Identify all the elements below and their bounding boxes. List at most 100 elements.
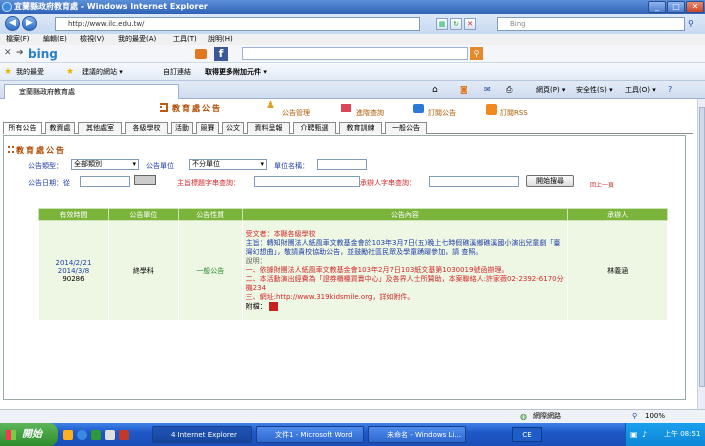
tab-events[interactable]: 活動 (171, 122, 193, 134)
tab-all[interactable]: 所有公告 (3, 122, 42, 134)
tab-general[interactable]: 一般公告 (385, 122, 427, 134)
bing-search-icon[interactable]: ⚲ (470, 47, 483, 60)
quicklaunch-desktop-icon[interactable] (91, 430, 101, 440)
mail-icon[interactable] (195, 49, 207, 59)
title-search-label: 主旨標題字串查詢： (177, 179, 240, 187)
task-ie[interactable]: 4 Internet Explorer (152, 426, 252, 443)
tab-reports[interactable]: 資料呈報 (247, 122, 290, 134)
task-live[interactable]: 未命名 - Windows Li... (368, 426, 466, 443)
compat-view-icon[interactable]: ▦ (436, 18, 448, 30)
vertical-scrollbar[interactable] (697, 99, 705, 409)
zoom-level[interactable]: 100% (645, 410, 665, 423)
tab-contests[interactable]: 競賽 (196, 122, 219, 134)
search-input[interactable]: Bing (497, 17, 685, 31)
home-icon[interactable]: ⌂ (432, 84, 438, 96)
address-toolbar: ◀ ▶ http://www.ilc.edu.tw/ ▦ ↻ ✕ Bing ⚲ (0, 14, 705, 34)
close-button[interactable]: ✕ (686, 1, 704, 13)
menu-view[interactable]: 檢視(V) (80, 34, 104, 45)
manage-link[interactable]: 公告管理 (282, 108, 310, 118)
favorites-button[interactable]: 我的最愛 (16, 63, 44, 81)
back-button[interactable]: ◀ (5, 16, 20, 31)
tab-documents[interactable]: 公文 (222, 122, 244, 134)
tab-education[interactable]: 教資處 (45, 122, 75, 134)
rss-link[interactable]: 訂閱RSS (500, 108, 528, 118)
date-to: 2014/3/8 (57, 266, 90, 275)
facebook-icon[interactable]: f (214, 47, 228, 61)
search-button[interactable]: 開始搜尋 (526, 175, 574, 187)
maximize-button[interactable]: □ (667, 1, 685, 13)
volume-icon[interactable]: ♪ (642, 423, 647, 446)
mail-read-icon[interactable]: ✉ (484, 84, 491, 96)
unit-select[interactable]: 不分單位 (189, 159, 267, 170)
menu-edit[interactable]: 編輯(E) (43, 34, 67, 45)
tab-other[interactable]: 其他處室 (78, 122, 122, 134)
url-text: http://www.ilc.edu.tw/ (68, 20, 145, 28)
cell-contact: 林義涵 (567, 220, 668, 321)
date-from-input[interactable] (80, 176, 130, 187)
refresh-icon[interactable]: ↻ (450, 18, 462, 30)
cell-content[interactable]: 受文者：本縣各級學校 主旨：轉知財團法人紙風車文教基金會於103年3月7日(五)… (241, 220, 569, 321)
cell-type: 一般公告 (177, 220, 243, 321)
print-icon[interactable]: ⎙ (506, 84, 512, 96)
clock[interactable]: 上午 08:51 (664, 423, 700, 446)
content-line-3: 三、網址:http://www.319kidsmile.org，詳如附件。 (245, 292, 415, 301)
person-icon: ♟ (266, 100, 275, 111)
page-menu[interactable]: 網頁(P) ▾ (536, 84, 565, 96)
arrow-icon[interactable]: ➔ (16, 48, 24, 58)
forward-button[interactable]: ▶ (22, 16, 37, 31)
unit-name-input[interactable] (317, 159, 367, 170)
address-bar[interactable]: http://www.ilc.edu.tw/ (55, 17, 420, 31)
type-select[interactable]: 全部類別 (71, 159, 139, 170)
contact-search-input[interactable] (429, 176, 519, 187)
tab-schools[interactable]: 各級學校 (125, 122, 168, 134)
add-favorite-icon[interactable]: ★ (66, 63, 74, 81)
subject-text[interactable]: 主旨：轉知財團法人紙風車文教基金會於103年3月7日(五)晚上七時假礁溪鄉礁溪國… (246, 239, 565, 257)
header-title: 教育處公告 (172, 104, 222, 113)
pdf-icon[interactable] (268, 301, 278, 311)
window-title: 宜蘭縣政府教育處 - Windows Internet Explorer (14, 2, 208, 11)
prev-page-link[interactable]: 回上一頁 (590, 180, 614, 189)
ime-indicator[interactable]: CE (512, 427, 542, 442)
custom-links-link[interactable]: 自訂連結 (163, 63, 191, 81)
bing-logo[interactable]: bing (28, 47, 58, 61)
minimize-button[interactable]: _ (648, 1, 666, 13)
get-addons-link[interactable]: 取得更多附加元件 ▾ (205, 63, 267, 81)
menu-tools[interactable]: 工具(T) (173, 34, 197, 45)
menu-help[interactable]: 說明(H) (208, 34, 233, 45)
unit-label: 公告單位 (146, 162, 174, 170)
subscribe-link[interactable]: 訂閱公告 (428, 108, 456, 118)
bing-search-input[interactable] (242, 47, 468, 60)
stop-icon[interactable]: ✕ (464, 18, 476, 30)
task-word[interactable]: 文件1 - Microsoft Word (256, 426, 364, 443)
recipient-text: 受文者：本縣各級學校 (245, 229, 316, 238)
status-bar: ◍ 網際網路 ⚲ 100% (0, 409, 705, 423)
tools-menu[interactable]: 工具(O) ▾ (625, 84, 656, 96)
col-valid-time: 有效時間 (38, 208, 109, 221)
quicklaunch-icon[interactable] (63, 430, 73, 440)
suggested-sites-link[interactable]: 建議的網站 ▾ (82, 63, 123, 81)
menu-favorites[interactable]: 我的最愛(A) (118, 34, 156, 45)
start-label: 開始 (22, 429, 42, 440)
tab-training[interactable]: 教育訓練 (339, 122, 382, 134)
quicklaunch-media-icon[interactable] (105, 430, 115, 440)
quicklaunch-ie-icon[interactable] (77, 430, 87, 440)
bing-toolbar: ✕ ➔ bing f ⚲ (0, 45, 705, 63)
help-icon[interactable]: ? (668, 84, 672, 96)
type-label: 公告類型： (28, 162, 63, 170)
quicklaunch-extra-icon[interactable] (119, 430, 129, 440)
rss-feed-icon (486, 104, 497, 115)
calendar-icon[interactable] (134, 175, 156, 185)
search-icon[interactable]: ⚲ (688, 19, 694, 28)
title-search-input[interactable] (254, 176, 360, 187)
network-icon[interactable]: ▣ (630, 423, 638, 446)
tab-recruitment[interactable]: 介聘甄選 (293, 122, 336, 134)
close-toolbar-icon[interactable]: ✕ (4, 48, 12, 58)
safety-menu[interactable]: 安全性(S) ▾ (576, 84, 613, 96)
advanced-search-link[interactable]: 進階查詢 (356, 108, 384, 118)
contact-search-label: 承辦人字串查詢： (360, 179, 416, 187)
menu-file[interactable]: 檔案(F) (6, 34, 30, 45)
unit-value: 不分單位 (192, 160, 220, 168)
rss-icon[interactable]: ◙ (460, 84, 468, 96)
page-tab[interactable]: 宜蘭縣政府教育處 (4, 84, 179, 99)
title-bar: 宜蘭縣政府教育處 - Windows Internet Explorer (0, 0, 705, 14)
